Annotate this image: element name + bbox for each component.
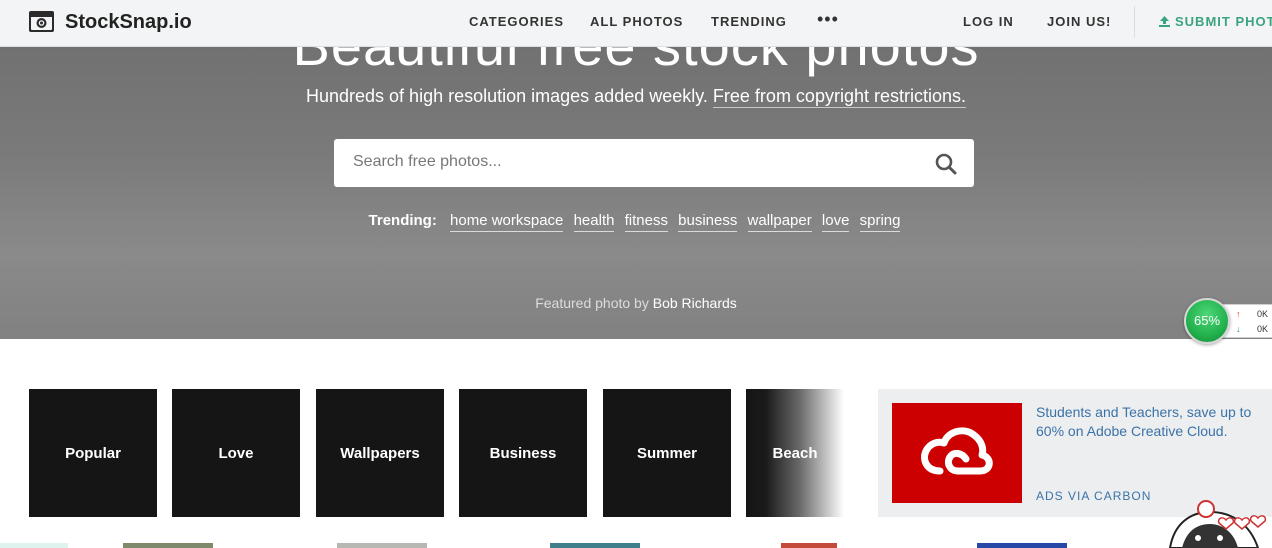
trending-tag[interactable]: business [678, 212, 738, 232]
submit-photo-label: SUBMIT PHOTO [1175, 14, 1272, 29]
arrow-down-icon: ↓ [1236, 324, 1241, 334]
photo-thumbnail[interactable] [0, 543, 68, 548]
hero-subtitle: Hundreds of high resolution images added… [0, 86, 1272, 108]
nav-trending[interactable]: TRENDING [711, 14, 787, 29]
nav-join[interactable]: JOIN US! [1047, 14, 1111, 29]
ad-text[interactable]: Students and Teachers, save up to 60% on… [1036, 403, 1258, 441]
nav-login[interactable]: LOG IN [963, 14, 1014, 29]
mascot-sticker-icon [1162, 494, 1272, 548]
top-navbar: StockSnap.io CATEGORIES ALL PHOTOS TREND… [0, 0, 1272, 47]
category-tile-beach[interactable]: Beach [746, 389, 844, 517]
category-tile-love[interactable]: Love [172, 389, 300, 517]
trending-tag[interactable]: love [821, 212, 850, 232]
trending-tag[interactable]: home workspace [450, 212, 564, 232]
nav-all-photos[interactable]: ALL PHOTOS [590, 14, 683, 29]
category-tile-wallpapers[interactable]: Wallpapers [316, 389, 444, 517]
search-bar[interactable]: Search free photos... [334, 139, 974, 187]
photo-thumbnail[interactable] [337, 543, 427, 548]
trending-tags: Trending: home workspace health fitness … [0, 212, 1272, 232]
hero-subtitle-text: Hundreds of high resolution images added… [306, 86, 708, 106]
trending-tag[interactable]: wallpaper [747, 212, 812, 232]
ad-via-link[interactable]: ADS VIA CARBON [1036, 489, 1151, 503]
search-icon[interactable] [934, 152, 958, 176]
creative-cloud-logo-icon[interactable] [892, 403, 1022, 503]
featured-author-link[interactable]: Bob Richards [653, 295, 737, 311]
photo-thumbnail[interactable] [550, 543, 640, 548]
category-tile-summer[interactable]: Summer [603, 389, 731, 517]
photo-thumbnail[interactable] [781, 543, 837, 548]
search-input[interactable]: Search free photos... [353, 153, 502, 171]
download-speed: 0K [1257, 324, 1269, 334]
arrow-up-icon: ↑ [1236, 309, 1241, 319]
upload-speed-row: ↑ 0K [1236, 309, 1268, 319]
copyright-link[interactable]: Free from copyright restrictions. [712, 86, 966, 108]
featured-photo-credit: Featured photo by Bob Richards [0, 295, 1272, 311]
category-tile-popular[interactable]: Popular [29, 389, 157, 517]
usage-percent[interactable]: 65% [1184, 298, 1230, 344]
trending-tag[interactable]: spring [859, 212, 901, 232]
camera-icon [28, 9, 55, 33]
download-speed-row: ↓ 0K [1236, 324, 1268, 334]
hero-banner: Beautiful free stock photos Hundreds of … [0, 0, 1272, 339]
upload-speed: 0K [1257, 309, 1269, 319]
nav-divider [1134, 6, 1135, 38]
brand-name: StockSnap.io [65, 11, 192, 33]
category-tile-business[interactable]: Business [459, 389, 587, 517]
trending-label: Trending: [368, 212, 437, 229]
network-speed-widget[interactable]: ↑ 0K ↓ 0K 65% [1184, 298, 1272, 346]
upload-icon [1159, 15, 1170, 27]
nav-categories[interactable]: CATEGORIES [469, 14, 564, 29]
featured-prefix: Featured photo by [535, 295, 649, 311]
submit-photo-button[interactable]: SUBMIT PHOTO [1159, 14, 1272, 29]
trending-tag[interactable]: fitness [624, 212, 668, 232]
more-menu-icon[interactable]: ••• [817, 9, 839, 30]
photo-thumbnail[interactable] [123, 543, 213, 548]
trending-tag[interactable]: health [573, 212, 615, 232]
photo-thumbnail[interactable] [977, 543, 1067, 548]
